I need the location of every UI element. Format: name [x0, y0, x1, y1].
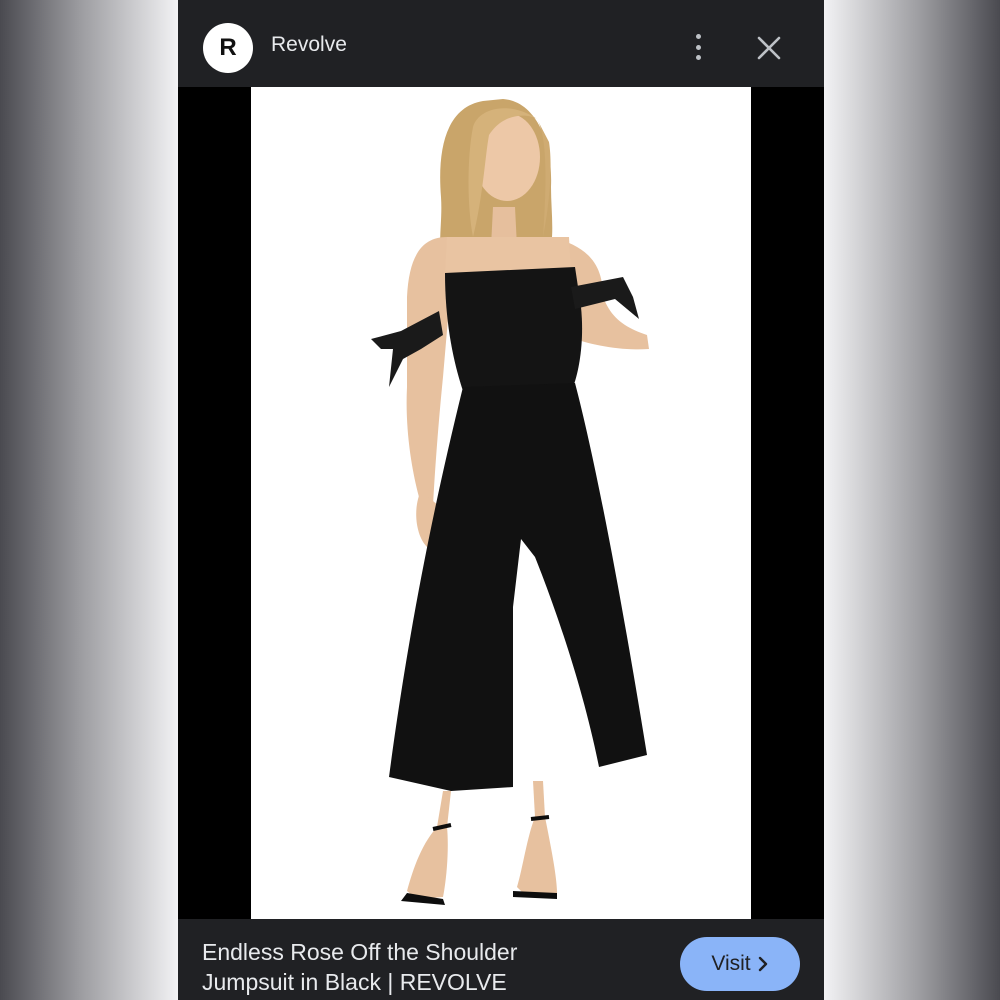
site-logo-letter: R	[219, 34, 237, 61]
close-icon[interactable]	[756, 35, 782, 61]
image-viewer-panel: R Revolve Endless Rose Off the Shoulder …	[178, 0, 824, 1000]
more-vert-icon[interactable]	[686, 30, 710, 64]
viewer-header: R Revolve	[178, 0, 824, 87]
product-title-line-1[interactable]: Endless Rose Off the Shoulder	[202, 939, 517, 966]
visit-button[interactable]: Visit	[680, 937, 800, 991]
product-title-line-2[interactable]: Jumpsuit in Black | REVOLVE	[202, 969, 507, 996]
visit-button-label: Visit	[711, 952, 751, 975]
chevron-right-icon	[758, 956, 767, 972]
product-image[interactable]	[251, 87, 751, 919]
site-logo[interactable]: R	[203, 23, 253, 73]
viewer-footer: Endless Rose Off the Shoulder Jumpsuit i…	[178, 919, 824, 1000]
site-name[interactable]: Revolve	[271, 33, 347, 57]
background-right	[824, 0, 1000, 1000]
background-left	[0, 0, 178, 1000]
product-photo	[251, 87, 751, 919]
